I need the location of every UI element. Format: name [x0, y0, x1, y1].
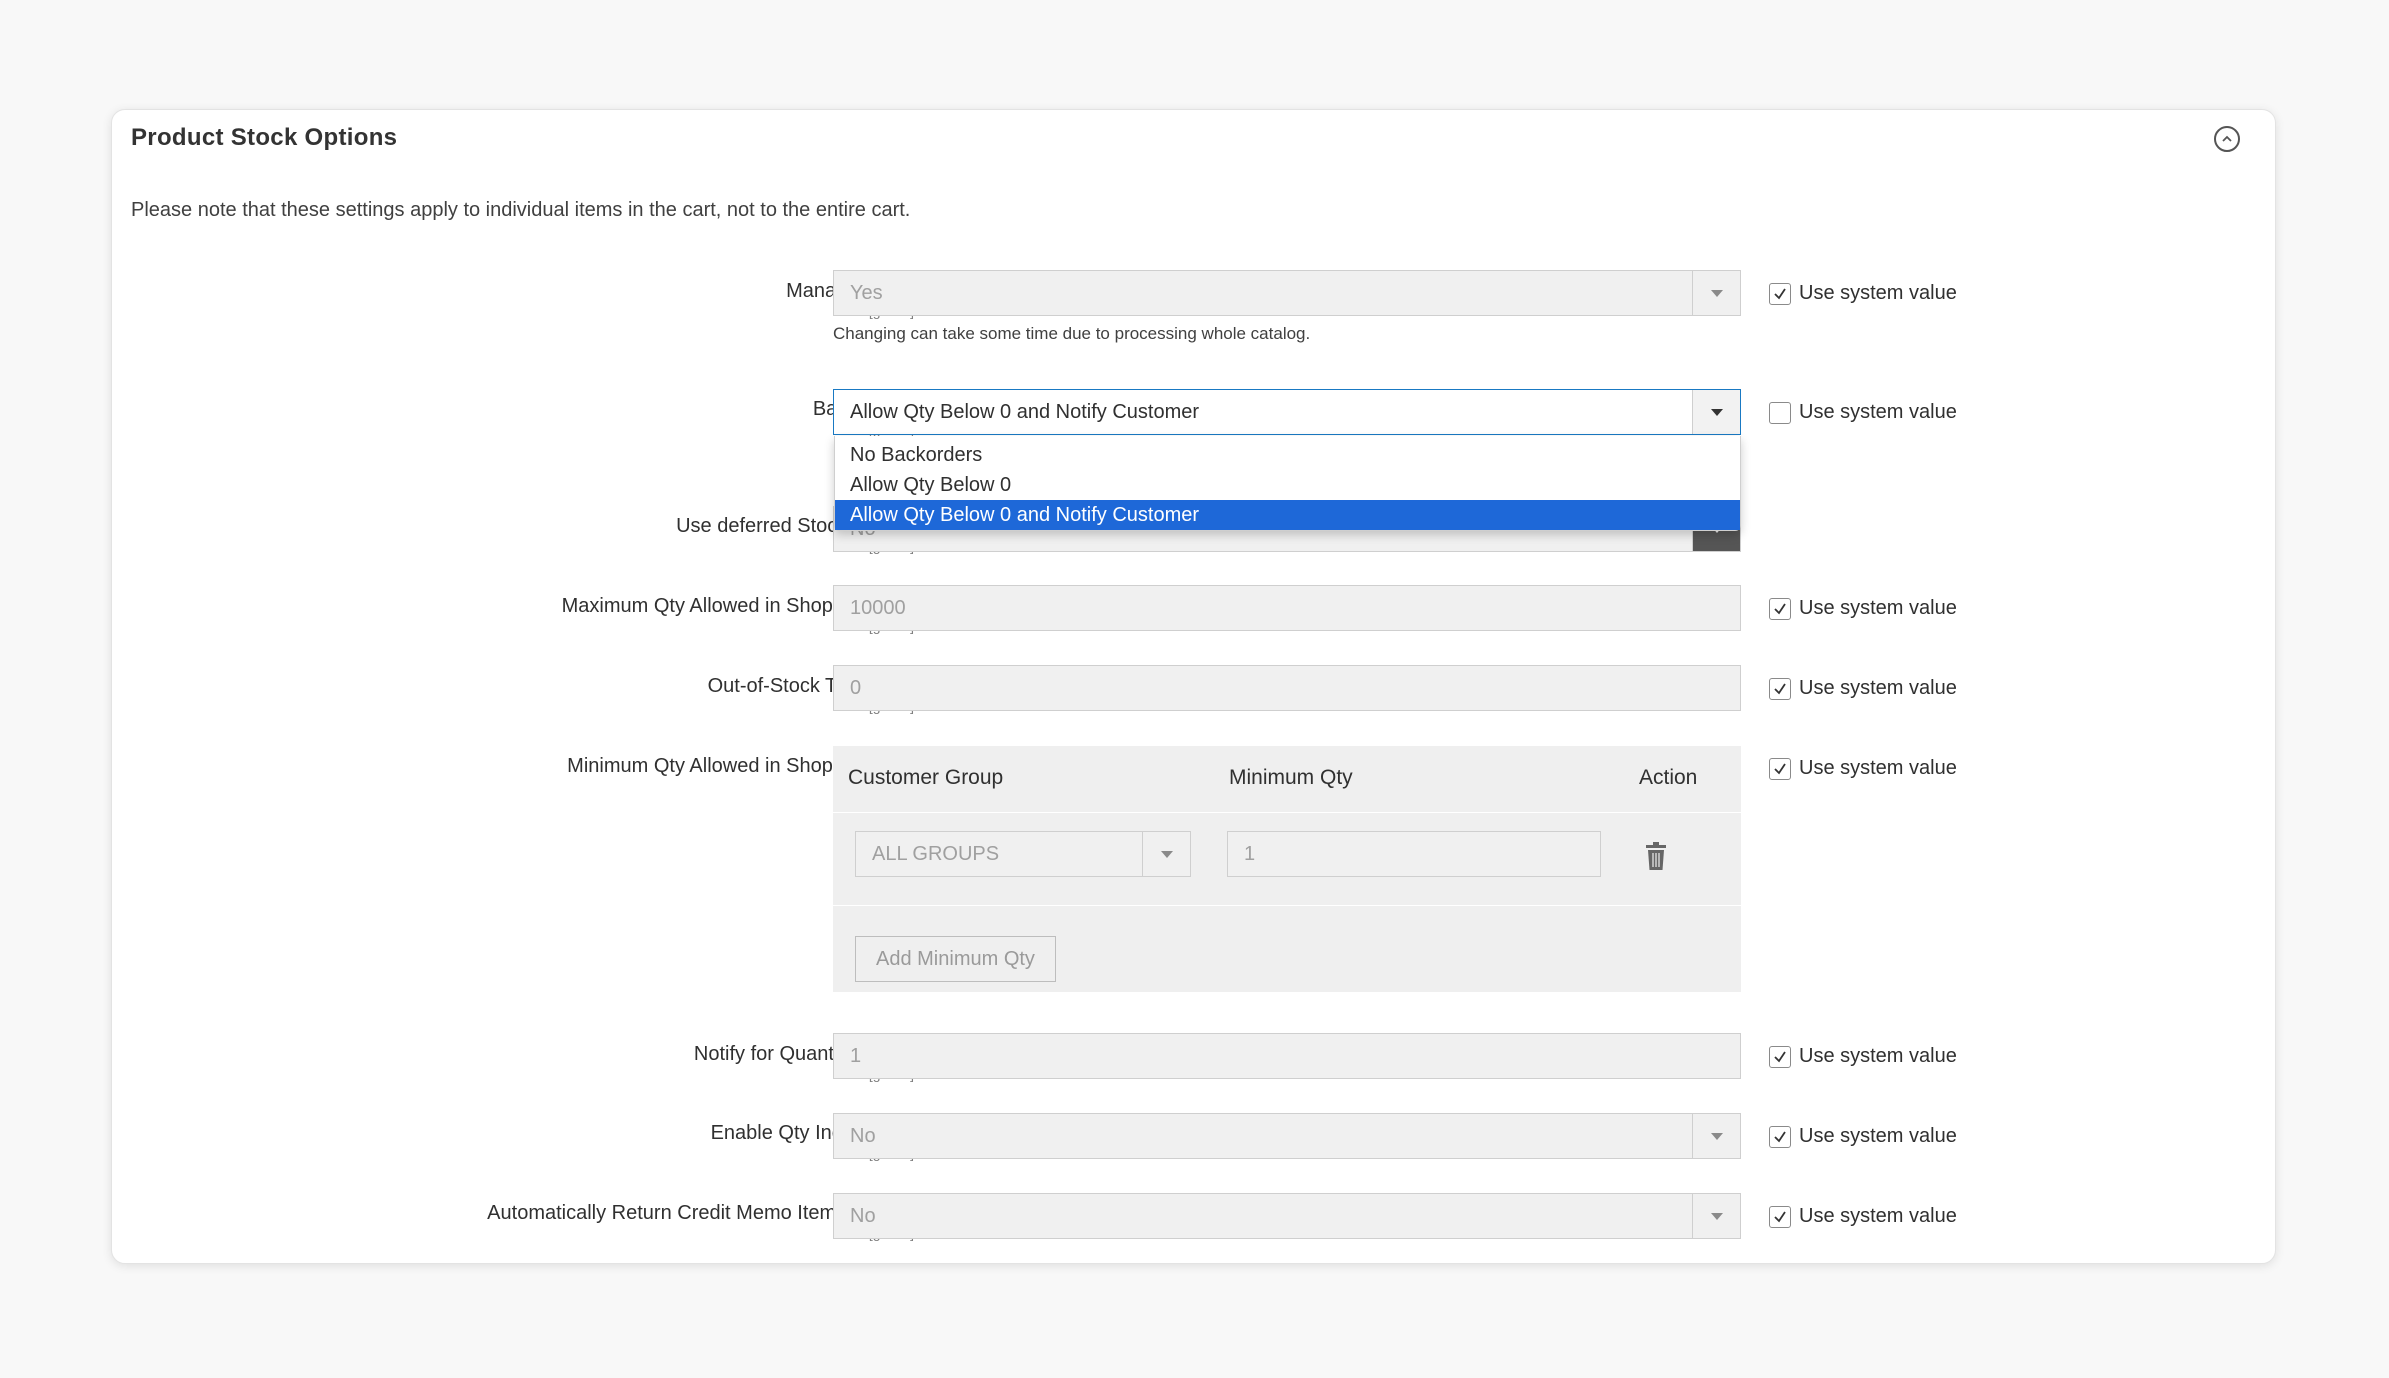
- max-qty-input[interactable]: 10000: [833, 585, 1741, 631]
- manage-stock-select[interactable]: Yes: [833, 270, 1741, 316]
- panel-title: Product Stock Options: [131, 124, 398, 151]
- collapse-icon[interactable]: [2214, 126, 2240, 152]
- minimum-qty-input[interactable]: 1: [1227, 831, 1601, 877]
- min-qty-use-system[interactable]: Use system value: [1769, 757, 1957, 780]
- dropdown-option-selected[interactable]: Allow Qty Below 0 and Notify Customer: [835, 500, 1740, 530]
- max-qty-use-system[interactable]: Use system value: [1769, 597, 1957, 620]
- dropdown-option[interactable]: Allow Qty Below 0: [835, 470, 1740, 500]
- chevron-down-icon: [1692, 1194, 1740, 1238]
- checkbox-checked-icon[interactable]: [1769, 1045, 1791, 1068]
- customer-group-select[interactable]: ALL GROUPS: [855, 831, 1191, 877]
- grid-header: Customer Group Minimum Qty Action: [833, 746, 1741, 813]
- column-header: Minimum Qty: [1229, 766, 1353, 789]
- checkbox-checked-icon[interactable]: [1769, 1205, 1791, 1228]
- checkbox-unchecked-icon[interactable]: [1769, 401, 1791, 424]
- qty-increments-use-system[interactable]: Use system value: [1769, 1125, 1957, 1148]
- panel-note: Please note that these settings apply to…: [131, 199, 911, 221]
- chevron-down-icon: [1142, 832, 1190, 876]
- credit-memo-select[interactable]: No: [833, 1193, 1741, 1239]
- chevron-down-icon: [1692, 1114, 1740, 1158]
- trash-icon[interactable]: [1643, 841, 1669, 871]
- chevron-down-icon: [1692, 390, 1740, 434]
- backorders-use-system[interactable]: Use system value: [1769, 401, 1957, 424]
- oos-threshold-use-system[interactable]: Use system value: [1769, 677, 1957, 700]
- product-stock-options-panel: Product Stock Options Please note that t…: [111, 109, 2276, 1264]
- table-row: ALL GROUPS 1: [833, 813, 1741, 906]
- add-minimum-qty-button[interactable]: Add Minimum Qty: [855, 936, 1056, 982]
- checkbox-checked-icon[interactable]: [1769, 282, 1791, 305]
- column-header: Customer Group: [848, 766, 1004, 789]
- chevron-down-icon: [1692, 271, 1740, 315]
- dropdown-option[interactable]: No Backorders: [835, 440, 1740, 470]
- checkbox-checked-icon[interactable]: [1769, 757, 1791, 780]
- backorders-dropdown: No Backorders Allow Qty Below 0 Allow Qt…: [834, 436, 1741, 531]
- checkbox-checked-icon[interactable]: [1769, 677, 1791, 700]
- checkbox-checked-icon[interactable]: [1769, 1125, 1791, 1148]
- credit-memo-use-system[interactable]: Use system value: [1769, 1205, 1957, 1228]
- notify-below-use-system[interactable]: Use system value: [1769, 1045, 1957, 1068]
- backorders-select[interactable]: Allow Qty Below 0 and Notify Customer: [833, 389, 1741, 435]
- qty-increments-select[interactable]: No: [833, 1113, 1741, 1159]
- column-header: Action: [1639, 766, 1698, 789]
- checkbox-checked-icon[interactable]: [1769, 597, 1791, 620]
- min-qty-grid: Customer Group Minimum Qty Action ALL GR…: [833, 746, 1741, 992]
- oos-threshold-input[interactable]: 0: [833, 665, 1741, 711]
- manage-stock-use-system[interactable]: Use system value: [1769, 282, 1957, 305]
- notify-below-input[interactable]: 1: [833, 1033, 1741, 1079]
- manage-stock-hint: Changing can take some time due to proce…: [833, 324, 1311, 343]
